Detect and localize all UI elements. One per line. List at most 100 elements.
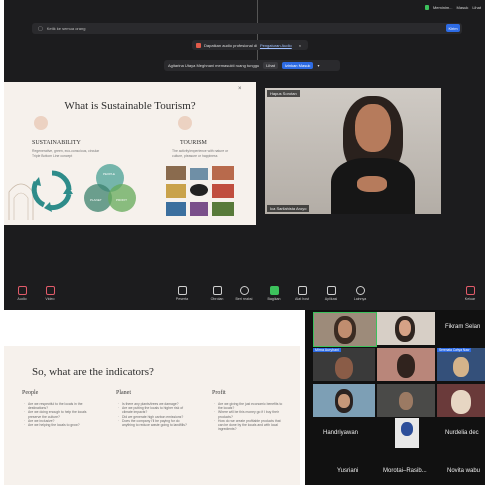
audio-notice: Dapatkan audio profesional di Pengaturan… <box>192 40 308 50</box>
participant-face <box>399 392 413 410</box>
participant-name-novita: Novita wabu <box>447 468 481 474</box>
minimize-button[interactable]: Meminim... <box>433 5 453 10</box>
waiting-view-button[interactable]: Lihat <box>263 62 278 69</box>
more-icon <box>355 286 365 295</box>
venn-label-people: PEOPLE <box>103 172 116 176</box>
profit-item: Are we giving the just economic benefits… <box>214 402 286 410</box>
waiting-room-notice: Agitarina Utaya Meghnani memasukti ruang… <box>164 60 340 71</box>
chat-send-button[interactable]: Kirim <box>446 24 460 32</box>
video-icon <box>45 286 55 295</box>
participant-label-mirna: Mirna Auryhani <box>313 348 341 352</box>
participant-tile[interactable] <box>395 418 419 448</box>
slide-title: What is Sustainable Tourism? <box>64 100 196 112</box>
participant-name-morotai: Morotai–Rasib... <box>383 468 427 474</box>
shield-icon <box>297 286 307 295</box>
tourism-sub2: culture, pleasure or happiness <box>172 154 218 158</box>
participants-icon <box>177 286 187 295</box>
shared-slide-top: What is Sustainable Tourism? × SUSTAINAB… <box>4 82 256 225</box>
participants-label: Peserta <box>175 297 189 301</box>
speaker-video[interactable]: Hapus Sorotan Ica Sarilahista Aroyo <box>265 88 441 214</box>
collage-photo <box>166 202 186 216</box>
sustainability-sub2: Triple Bottom Line concept <box>32 154 73 158</box>
participant-face <box>451 390 471 414</box>
participant-tile[interactable] <box>377 312 435 345</box>
profit-heading: Profit <box>212 390 226 396</box>
participant-label-serenata: Serenata Cahya Naw <box>437 348 472 352</box>
participant-tile[interactable] <box>377 348 435 381</box>
indicators-title: So, what are the indicators? <box>32 366 154 378</box>
collage-photo <box>190 168 208 180</box>
speaker-name: Ica Sarilahista Aroyo <box>267 205 310 212</box>
shield-status-icon <box>424 4 429 10</box>
collage-photo <box>212 166 234 180</box>
participants-button[interactable]: Peserta <box>164 286 200 301</box>
planet-item: Does the company I'll be paying for do a… <box>118 419 188 427</box>
sustainability-heading: SUSTAINABILITY <box>32 140 81 146</box>
share-icon <box>269 286 279 295</box>
people-item: Are we respectful to the locals in the d… <box>24 402 100 410</box>
slide-close-icon[interactable]: × <box>238 86 242 92</box>
video-gallery: Fikram Selan Mirna Auryhani Serenata Cah… <box>305 310 485 485</box>
view-button[interactable]: Lihat <box>472 5 481 10</box>
spotlight-tag[interactable]: Hapus Sorotan <box>267 90 300 97</box>
chat-icon <box>212 286 222 295</box>
participant-name-handriyawan: Handriyawan <box>323 430 359 436</box>
notice-chevron-icon[interactable]: ▾ <box>317 63 319 68</box>
more-button[interactable]: Lainnya <box>342 286 378 301</box>
participant-tile[interactable] <box>377 384 435 417</box>
venn-diagram: PEOPLE PLANET PROFIT <box>84 164 146 218</box>
enter-button[interactable]: Masuk <box>457 5 469 10</box>
profit-item: Where will be this money go if I buy the… <box>214 410 286 418</box>
chat-input-bar[interactable]: ▢ Ketik ke semua orang <box>32 23 462 34</box>
audio-notice-close-icon[interactable]: × <box>299 43 301 48</box>
tourism-sub1: The activity/experience with nature or <box>172 149 229 153</box>
tourism-heading: TOURISM <box>180 140 207 146</box>
profit-item: How do we create profitable products tha… <box>214 419 286 432</box>
planet-heading: Planet <box>116 390 131 396</box>
participant-face <box>338 320 352 338</box>
audio-notice-icon <box>196 42 201 48</box>
video-label: Video <box>45 297 55 301</box>
decor-circle-left <box>34 116 48 130</box>
participant-face <box>453 357 469 377</box>
planet-item: Are we putting the locals to higher risk… <box>118 406 188 414</box>
participant-tile[interactable]: Serenata Cahya Naw <box>437 348 485 381</box>
collage-photo <box>166 166 186 180</box>
video-button[interactable]: Video <box>32 286 68 301</box>
collage-photo <box>212 202 234 216</box>
participant-name-fikram: Fikram Selan <box>445 324 481 330</box>
chat-plus-icon: ▢ <box>38 25 43 32</box>
people-column: People Are we respectful to the locals i… <box>22 390 100 427</box>
meeting-toolbar: Audio Video Peserta Obrolan Beri reaksi … <box>4 286 485 310</box>
profit-column: Profit Are we giving the just economic b… <box>212 390 286 431</box>
admit-button[interactable]: Izinkan Masuk <box>281 62 314 69</box>
participant-tile[interactable] <box>313 312 377 347</box>
participant-avatar <box>401 422 413 436</box>
end-button[interactable]: Keluar <box>456 286 484 301</box>
tourism-collage <box>166 166 238 222</box>
mic-icon <box>17 286 27 295</box>
zoom-top-window: Meminim... Masuk Lihat ▢ Ketik ke semua … <box>4 0 485 310</box>
zoom-bottom-window: So, what are the indicators? People Are … <box>0 310 485 485</box>
reaction-icon <box>239 286 249 295</box>
participant-name-yusriani: Yusriani <box>337 468 359 474</box>
shared-slide-bottom: So, what are the indicators? People Are … <box>4 346 300 485</box>
end-call-icon <box>465 286 475 295</box>
participant-face <box>338 394 350 408</box>
participant-tile[interactable]: Mirna Auryhani <box>313 348 375 381</box>
speaker-face <box>355 104 391 152</box>
speaker-hands <box>357 176 387 192</box>
participant-avatar <box>397 354 415 378</box>
participant-name-nurdelia: Nurdelia dec <box>445 430 479 436</box>
chat-input[interactable]: Ketik ke semua orang <box>47 26 86 31</box>
recycle-icon <box>31 170 73 212</box>
waiting-room-text: Agitarina Utaya Meghnani memasukti ruang… <box>168 63 260 68</box>
participant-tile[interactable] <box>313 384 375 417</box>
collage-photo <box>212 184 234 198</box>
participant-tile[interactable] <box>437 384 485 417</box>
decor-circle-right <box>178 116 192 130</box>
collage-photo <box>190 184 208 196</box>
more-label: Lainnya <box>353 297 367 301</box>
audio-settings-link[interactable]: Pengaturan Audio <box>260 43 292 48</box>
people-item: Are we doing enough to help the locals p… <box>24 410 100 418</box>
